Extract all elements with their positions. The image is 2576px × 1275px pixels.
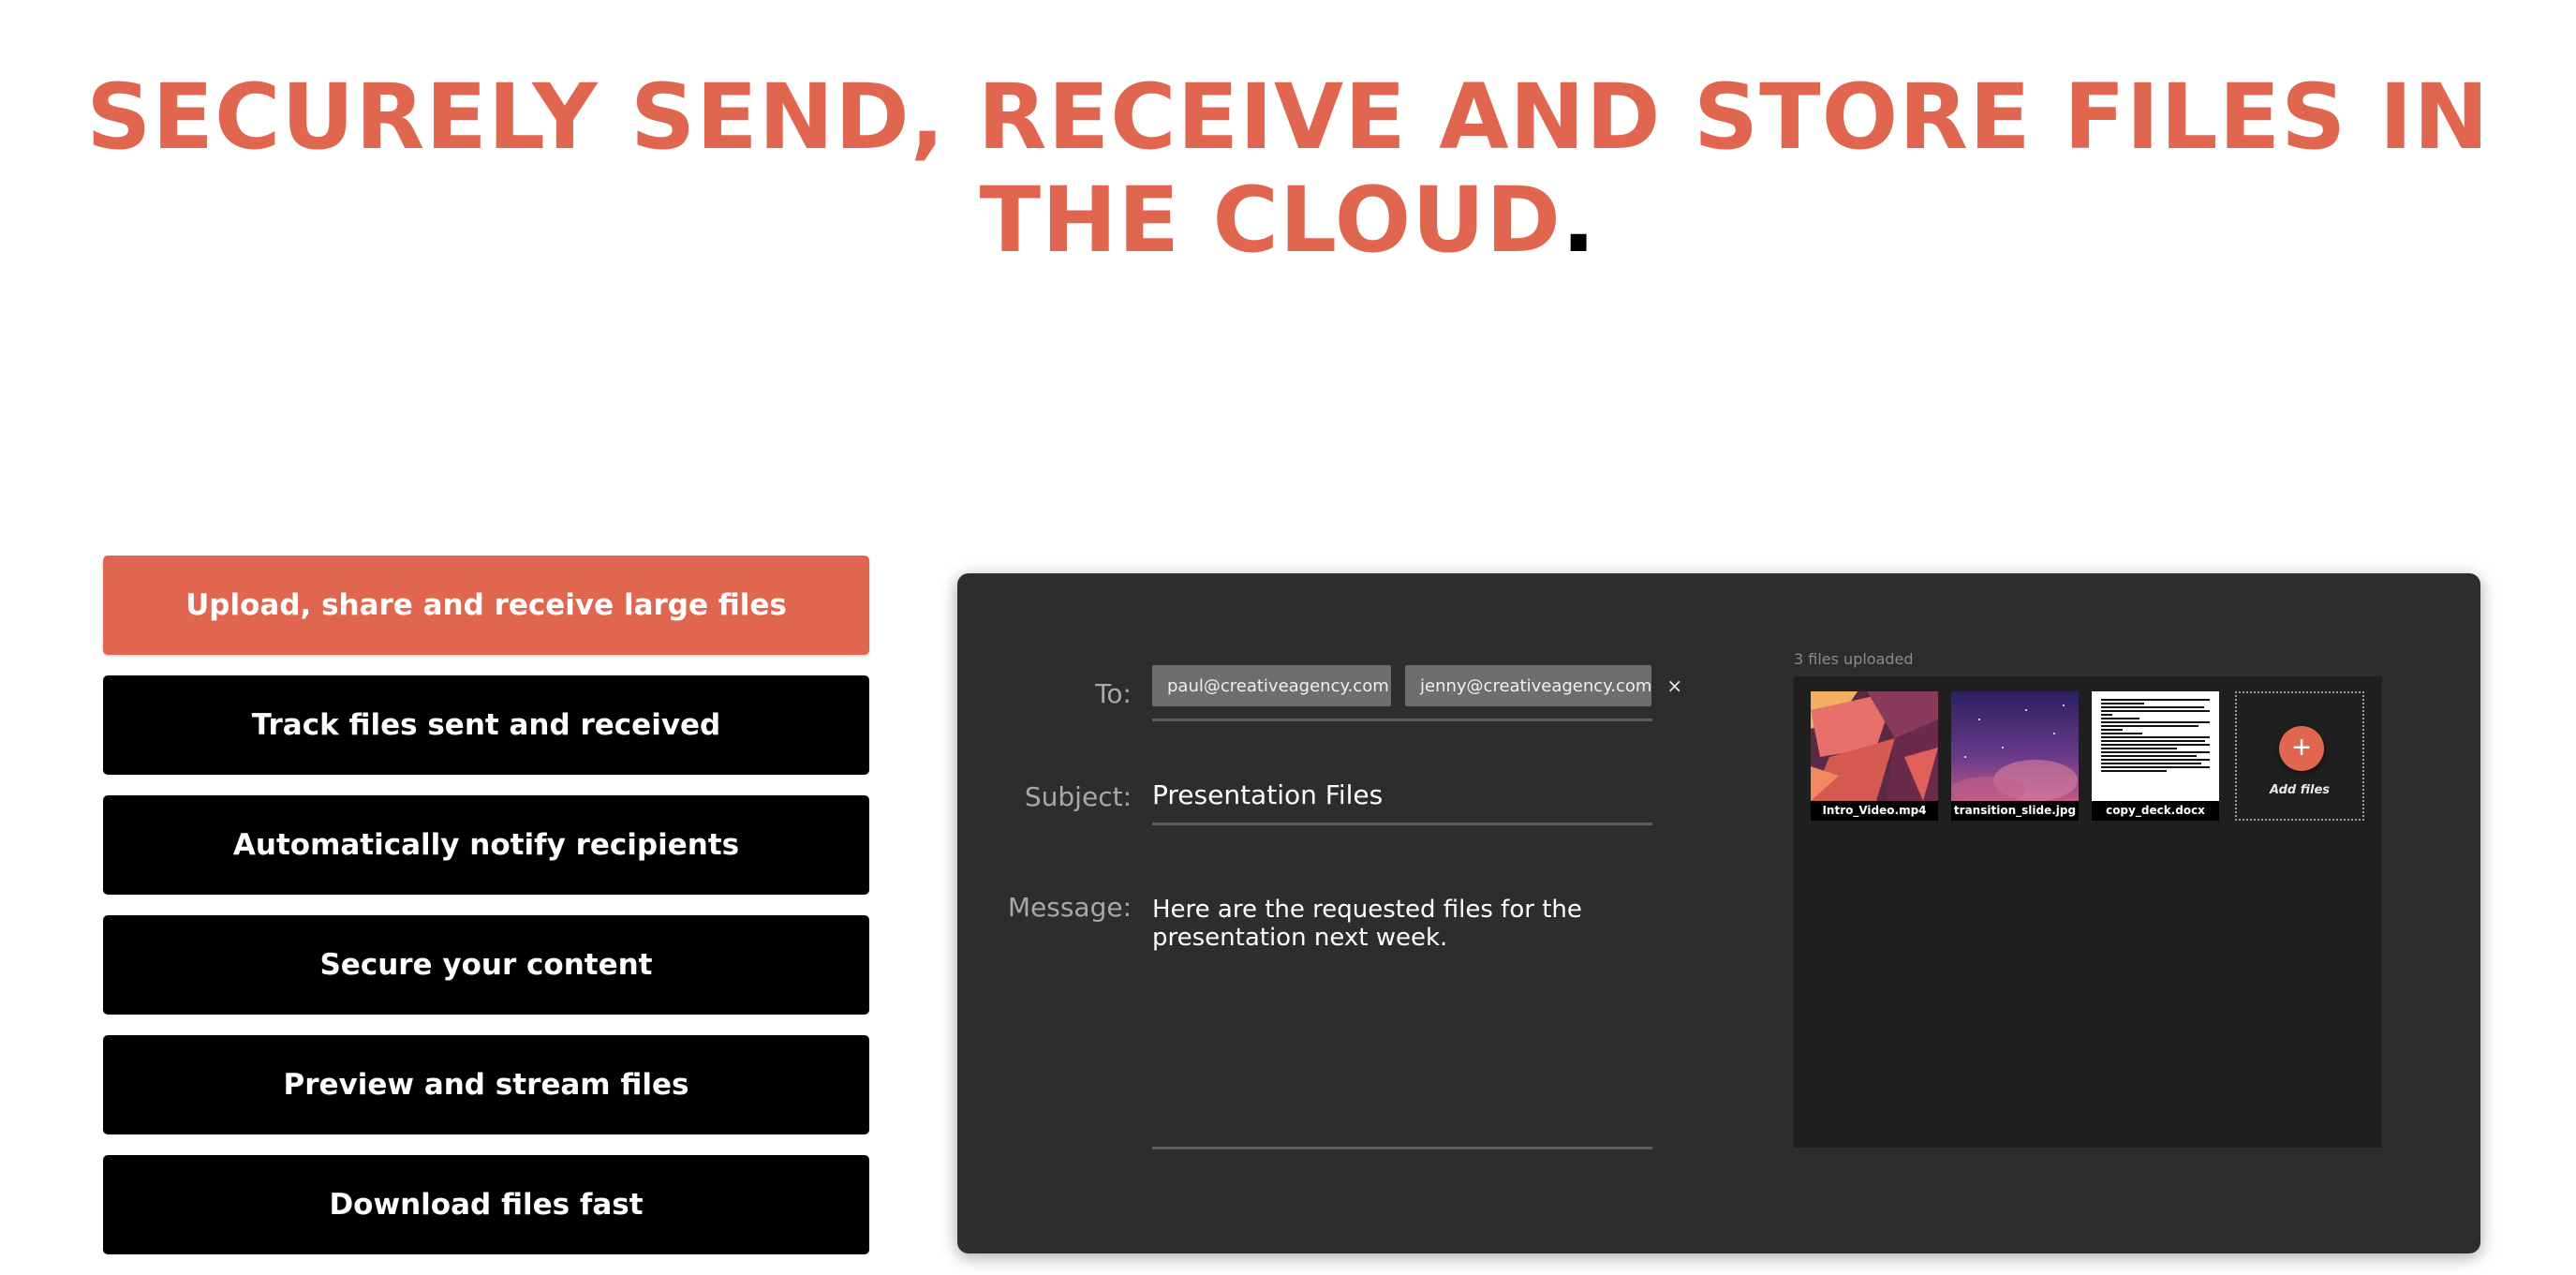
image-thumbnail-image [1951,691,2079,801]
headline-period: . [1561,168,1597,273]
feature-upload-share-receive[interactable]: Upload, share and receive large files [103,556,869,655]
add-files-button[interactable]: + Add files [2235,691,2364,821]
subject-field-underline [1152,823,1652,825]
subject-input[interactable]: Presentation Files [1152,779,1652,810]
file-name: Intro_Video.mp4 [1822,804,1927,817]
feature-preview-stream[interactable]: Preview and stream files [103,1035,869,1134]
message-label: Message: [1007,892,1132,923]
feature-track-files[interactable]: Track files sent and received [103,675,869,775]
recipient-chip[interactable]: jenny@creativeagency.com × [1405,665,1682,706]
headline-line1: SECURELY SEND, RECEIVE AND STORE FILES I… [86,65,2490,170]
message-field-underline [1152,1147,1652,1149]
feature-list: Upload, share and receive large files Tr… [103,556,869,1275]
feature-secure-content[interactable]: Secure your content [103,915,869,1015]
to-label: To: [1095,678,1132,709]
subject-label: Subject: [1024,781,1132,812]
headline-line2: THE CLOUD [979,168,1562,273]
add-files-label: Add files [2269,783,2331,797]
page-headline: SECURELY SEND, RECEIVE AND STORE FILES I… [0,66,2576,272]
upload-dropzone[interactable]: Intro_Video.mp4 transition_slide.jpg cop… [1794,676,2382,1148]
file-name: transition_slide.jpg [1953,804,2077,817]
file-thumbnail[interactable]: Intro_Video.mp4 [1811,691,1938,821]
message-textarea[interactable]: Here are the requested files for the pre… [1152,896,1639,952]
document-thumbnail-image [2092,691,2219,801]
feature-notify-recipients[interactable]: Automatically notify recipients [103,795,869,895]
file-thumbnail[interactable]: transition_slide.jpg [1951,691,2079,821]
file-thumbnail[interactable]: copy_deck.docx [2092,691,2219,821]
recipient-email: jenny@creativeagency.com [1420,675,1652,696]
plus-icon[interactable]: + [2279,726,2324,771]
compose-panel: To: paul@creativeagency.com × jenny@crea… [957,573,2480,1253]
video-thumbnail-image [1811,691,1938,801]
files-uploaded-count: 3 files uploaded [1794,650,1914,668]
recipient-chip[interactable]: paul@creativeagency.com × [1152,665,1420,706]
close-icon[interactable]: × [1666,675,1682,697]
to-field-underline [1152,719,1652,721]
recipient-email: paul@creativeagency.com [1167,675,1389,696]
file-name: copy_deck.docx [2106,804,2205,817]
feature-download-fast[interactable]: Download files fast [103,1155,869,1254]
